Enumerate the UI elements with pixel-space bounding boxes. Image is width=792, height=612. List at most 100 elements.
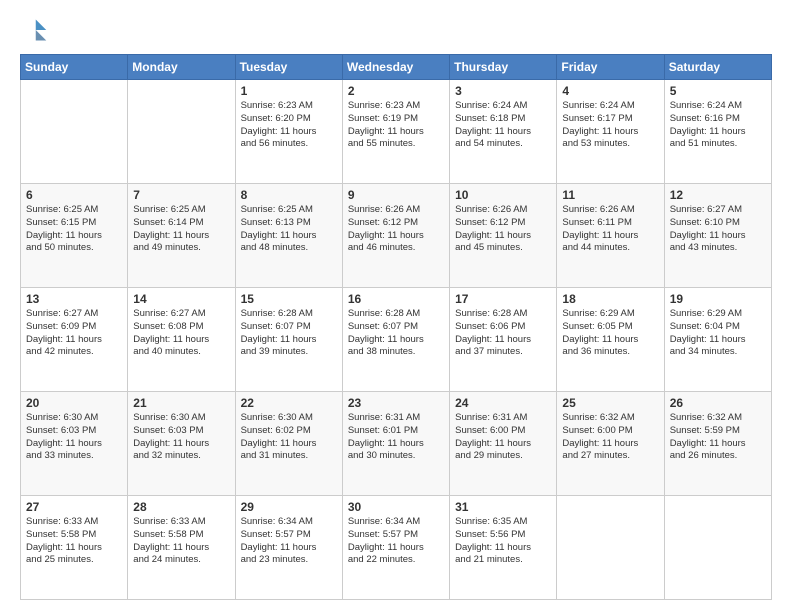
day-info: Sunrise: 6:23 AMSunset: 6:20 PMDaylight:… — [241, 100, 337, 151]
day-info: Sunrise: 6:23 AMSunset: 6:19 PMDaylight:… — [348, 100, 444, 151]
day-number: 26 — [670, 396, 766, 410]
calendar-cell: 2 Sunrise: 6:23 AMSunset: 6:19 PMDaylight… — [342, 80, 449, 184]
calendar-cell: 31 Sunrise: 6:35 AMSunset: 5:56 PMDayligh… — [450, 496, 557, 600]
calendar-weekday-friday: Friday — [557, 55, 664, 80]
day-number: 1 — [241, 84, 337, 98]
day-number: 2 — [348, 84, 444, 98]
calendar-cell: 9Sunrise: 6:26 AMSunset: 6:12 PMDaylight… — [342, 184, 449, 288]
day-info: Sunrise: 6:26 AMSunset: 6:11 PMDaylight:… — [562, 204, 658, 255]
day-info: Sunrise: 6:30 AMSunset: 6:03 PMDaylight:… — [133, 412, 229, 463]
day-info: Sunrise: 6:29 AMSunset: 6:05 PMDaylight:… — [562, 308, 658, 359]
day-info: Sunrise: 6:25 AMSunset: 6:14 PMDaylight:… — [133, 204, 229, 255]
day-number: 17 — [455, 292, 551, 306]
calendar-cell: 17 Sunrise: 6:28 AMSunset: 6:06 PMDayligh… — [450, 288, 557, 392]
calendar-weekday-wednesday: Wednesday — [342, 55, 449, 80]
calendar-cell: 27 Sunrise: 6:33 AMSunset: 5:58 PMDayligh… — [21, 496, 128, 600]
day-number: 3 — [455, 84, 551, 98]
day-number: 12 — [670, 188, 766, 202]
day-info: Sunrise: 6:27 AMSunset: 6:09 PMDaylight:… — [26, 308, 122, 359]
calendar-weekday-saturday: Saturday — [664, 55, 771, 80]
logo-icon — [20, 16, 48, 44]
day-info: Sunrise: 6:31 AMSunset: 6:00 PMDaylight:… — [455, 412, 551, 463]
day-info: Sunrise: 6:28 AMSunset: 6:06 PMDaylight:… — [455, 308, 551, 359]
calendar-cell: 26Sunrise: 6:32 AMSunset: 5:59 PMDayligh… — [664, 392, 771, 496]
day-info: Sunrise: 6:32 AMSunset: 6:00 PMDaylight:… — [562, 412, 658, 463]
calendar-weekday-tuesday: Tuesday — [235, 55, 342, 80]
day-number: 11 — [562, 188, 658, 202]
day-info: Sunrise: 6:24 AMSunset: 6:18 PMDaylight:… — [455, 100, 551, 151]
day-number: 6 — [26, 188, 122, 202]
calendar-cell: 16 Sunrise: 6:28 AMSunset: 6:07 PMDayligh… — [342, 288, 449, 392]
calendar-cell: 25 Sunrise: 6:32 AMSunset: 6:00 PMDayligh… — [557, 392, 664, 496]
day-info: Sunrise: 6:25 AMSunset: 6:15 PMDaylight:… — [26, 204, 122, 255]
day-info: Sunrise: 6:24 AMSunset: 6:16 PMDaylight:… — [670, 100, 766, 151]
calendar-cell: 28 Sunrise: 6:33 AMSunset: 5:58 PMDayligh… — [128, 496, 235, 600]
day-info: Sunrise: 6:27 AMSunset: 6:10 PMDaylight:… — [670, 204, 766, 255]
day-number: 19 — [670, 292, 766, 306]
day-number: 10 — [455, 188, 551, 202]
calendar-cell: 23 Sunrise: 6:31 AMSunset: 6:01 PMDayligh… — [342, 392, 449, 496]
day-number: 28 — [133, 500, 229, 514]
day-info: Sunrise: 6:27 AMSunset: 6:08 PMDaylight:… — [133, 308, 229, 359]
day-number: 8 — [241, 188, 337, 202]
day-number: 14 — [133, 292, 229, 306]
calendar-weekday-monday: Monday — [128, 55, 235, 80]
calendar-cell — [557, 496, 664, 600]
calendar-cell: 7 Sunrise: 6:25 AMSunset: 6:14 PMDaylight… — [128, 184, 235, 288]
day-number: 23 — [348, 396, 444, 410]
calendar-weekday-thursday: Thursday — [450, 55, 557, 80]
day-number: 4 — [562, 84, 658, 98]
calendar-cell: 29 Sunrise: 6:34 AMSunset: 5:57 PMDayligh… — [235, 496, 342, 600]
calendar-week-row: 6 Sunrise: 6:25 AMSunset: 6:15 PMDaylight… — [21, 184, 772, 288]
calendar-cell: 6 Sunrise: 6:25 AMSunset: 6:15 PMDaylight… — [21, 184, 128, 288]
logo — [20, 16, 52, 44]
day-info: Sunrise: 6:26 AMSunset: 6:12 PMDaylight:… — [348, 204, 444, 255]
day-number: 13 — [26, 292, 122, 306]
day-info: Sunrise: 6:25 AMSunset: 6:13 PMDaylight:… — [241, 204, 337, 255]
calendar-cell: 19 Sunrise: 6:29 AMSunset: 6:04 PMDayligh… — [664, 288, 771, 392]
calendar-cell: 10 Sunrise: 6:26 AMSunset: 6:12 PMDayligh… — [450, 184, 557, 288]
calendar-weekday-sunday: Sunday — [21, 55, 128, 80]
day-number: 25 — [562, 396, 658, 410]
day-number: 5 — [670, 84, 766, 98]
calendar-cell: 5 Sunrise: 6:24 AMSunset: 6:16 PMDaylight… — [664, 80, 771, 184]
page: SundayMondayTuesdayWednesdayThursdayFrid… — [0, 0, 792, 612]
calendar-cell: 15Sunrise: 6:28 AMSunset: 6:07 PMDayligh… — [235, 288, 342, 392]
calendar-cell: 8 Sunrise: 6:25 AMSunset: 6:13 PMDaylight… — [235, 184, 342, 288]
calendar-cell: 3 Sunrise: 6:24 AMSunset: 6:18 PMDaylight… — [450, 80, 557, 184]
day-number: 29 — [241, 500, 337, 514]
day-info: Sunrise: 6:30 AMSunset: 6:03 PMDaylight:… — [26, 412, 122, 463]
calendar-cell: 30 Sunrise: 6:34 AMSunset: 5:57 PMDayligh… — [342, 496, 449, 600]
day-info: Sunrise: 6:34 AMSunset: 5:57 PMDaylight:… — [241, 516, 337, 567]
calendar-week-row: 27 Sunrise: 6:33 AMSunset: 5:58 PMDayligh… — [21, 496, 772, 600]
day-number: 18 — [562, 292, 658, 306]
calendar-week-row: 1 Sunrise: 6:23 AMSunset: 6:20 PMDaylight… — [21, 80, 772, 184]
day-info: Sunrise: 6:35 AMSunset: 5:56 PMDaylight:… — [455, 516, 551, 567]
day-info: Sunrise: 6:34 AMSunset: 5:57 PMDaylight:… — [348, 516, 444, 567]
calendar-cell: 13 Sunrise: 6:27 AMSunset: 6:09 PMDayligh… — [21, 288, 128, 392]
day-number: 30 — [348, 500, 444, 514]
day-info: Sunrise: 6:28 AMSunset: 6:07 PMDaylight:… — [348, 308, 444, 359]
header — [20, 16, 772, 44]
day-info: Sunrise: 6:33 AMSunset: 5:58 PMDaylight:… — [26, 516, 122, 567]
calendar-cell: 12 Sunrise: 6:27 AMSunset: 6:10 PMDayligh… — [664, 184, 771, 288]
day-info: Sunrise: 6:31 AMSunset: 6:01 PMDaylight:… — [348, 412, 444, 463]
calendar-week-row: 20 Sunrise: 6:30 AMSunset: 6:03 PMDayligh… — [21, 392, 772, 496]
day-info: Sunrise: 6:28 AMSunset: 6:07 PMDaylight:… — [241, 308, 337, 359]
day-number: 31 — [455, 500, 551, 514]
day-info: Sunrise: 6:33 AMSunset: 5:58 PMDaylight:… — [133, 516, 229, 567]
day-info: Sunrise: 6:26 AMSunset: 6:12 PMDaylight:… — [455, 204, 551, 255]
calendar-cell — [664, 496, 771, 600]
day-number: 27 — [26, 500, 122, 514]
day-info: Sunrise: 6:29 AMSunset: 6:04 PMDaylight:… — [670, 308, 766, 359]
calendar-cell — [21, 80, 128, 184]
day-number: 16 — [348, 292, 444, 306]
calendar-cell: 20 Sunrise: 6:30 AMSunset: 6:03 PMDayligh… — [21, 392, 128, 496]
day-info: Sunrise: 6:24 AMSunset: 6:17 PMDaylight:… — [562, 100, 658, 151]
calendar-cell: 18 Sunrise: 6:29 AMSunset: 6:05 PMDayligh… — [557, 288, 664, 392]
day-number: 20 — [26, 396, 122, 410]
day-number: 21 — [133, 396, 229, 410]
calendar-header-row: SundayMondayTuesdayWednesdayThursdayFrid… — [21, 55, 772, 80]
day-number: 7 — [133, 188, 229, 202]
calendar-cell: 1 Sunrise: 6:23 AMSunset: 6:20 PMDaylight… — [235, 80, 342, 184]
